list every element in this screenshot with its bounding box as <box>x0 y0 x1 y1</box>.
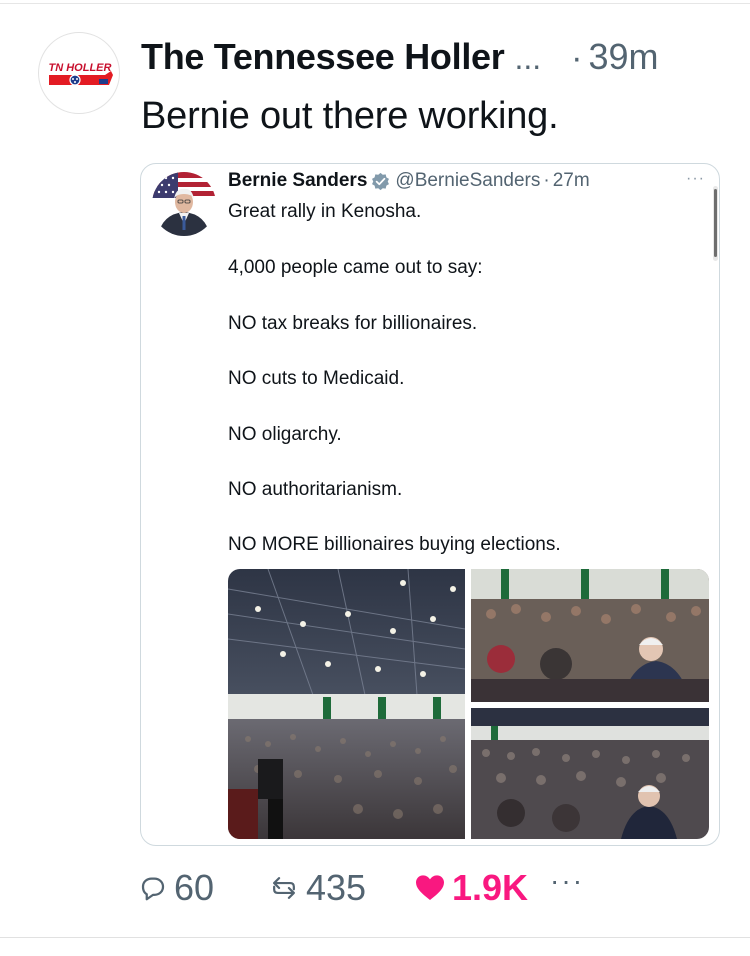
quote-line: NO authoritarianism. <box>228 479 403 500</box>
bottom-divider <box>0 937 750 938</box>
repost-icon <box>273 877 295 899</box>
reply-icon <box>141 877 165 901</box>
post-timestamp[interactable]: 39m <box>588 36 658 78</box>
quote-line: NO MORE billionaires buying elections. <box>228 534 561 555</box>
repost-button[interactable]: 435 <box>268 867 414 909</box>
verified-badge-icon[interactable] <box>371 172 390 191</box>
rally-arena-wide-photo[interactable] <box>228 569 465 839</box>
quote-author-avatar[interactable] <box>152 172 216 236</box>
post-header: The Tennessee Holler ... · 39m <box>141 36 721 86</box>
quote-line: Great rally in Kenosha. <box>228 201 422 222</box>
quote-line: NO tax breaks for billionaires. <box>228 313 478 334</box>
repost-count: 435 <box>306 867 367 908</box>
quote-line: NO oligarchy. <box>228 424 342 445</box>
more-actions-icon[interactable]: ··· <box>550 865 584 897</box>
quote-author-name[interactable]: Bernie Sanders <box>228 170 367 192</box>
quote-line: NO cuts to Medicaid. <box>228 368 405 389</box>
quote-line: 4,000 people came out to say: <box>228 257 483 278</box>
name-truncation: ... <box>514 40 542 76</box>
post-action-bar: 60 435 1.9K ··· <box>138 865 584 910</box>
quote-author-handle[interactable]: @BernieSanders <box>395 170 540 192</box>
quote-more-icon[interactable]: ··· <box>686 170 705 188</box>
profile-photo-icon <box>152 172 216 236</box>
quote-time-separator: · <box>543 170 550 191</box>
crowd-handshake-photo[interactable] <box>471 569 709 702</box>
time-separator: · <box>571 39 583 77</box>
reply-button[interactable]: 60 <box>138 867 268 909</box>
avatar-logo-text: TN HOLLER <box>49 62 112 74</box>
top-divider <box>0 3 750 4</box>
reply-count: 60 <box>174 867 215 908</box>
quote-timestamp[interactable]: 27m <box>553 170 590 192</box>
like-button[interactable]: 1.9K <box>414 867 528 909</box>
scrollbar-thumb[interactable] <box>714 189 717 257</box>
tn-holler-logo-icon: TN HOLLER <box>49 62 113 86</box>
author-display-name[interactable]: The Tennessee Holler <box>141 36 505 78</box>
quoted-post-card[interactable]: Bernie Sanders @BernieSanders · 27m ··· … <box>140 163 720 846</box>
crowd-greeting-photo[interactable] <box>471 708 709 839</box>
post-text: Bernie out there working. <box>141 95 559 137</box>
author-avatar[interactable]: TN HOLLER <box>38 32 120 114</box>
heart-filled-icon <box>416 875 444 900</box>
like-count: 1.9K <box>452 867 529 908</box>
quote-header: Bernie Sanders @BernieSanders · 27m <box>228 170 590 192</box>
photo-grid <box>228 569 709 839</box>
